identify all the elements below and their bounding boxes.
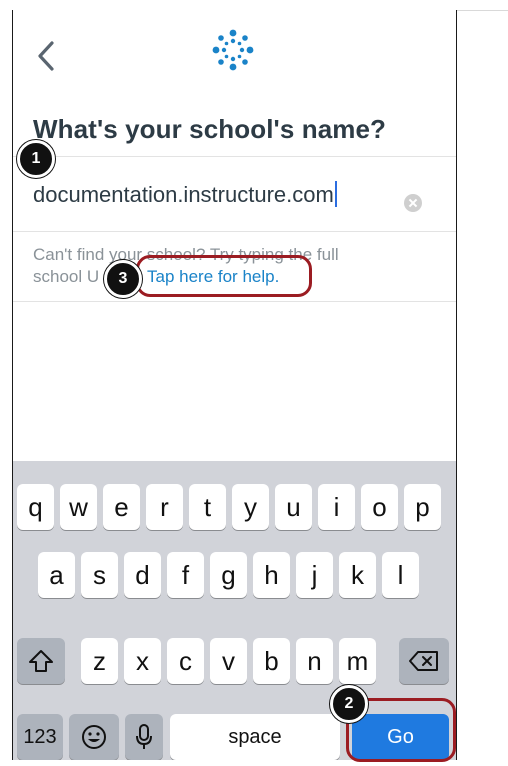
divider bbox=[13, 231, 456, 232]
emoji-icon bbox=[82, 725, 106, 749]
delete-key[interactable] bbox=[399, 638, 449, 684]
clear-icon[interactable] bbox=[404, 194, 422, 212]
key-l[interactable]: l bbox=[382, 552, 419, 598]
top-divider bbox=[455, 10, 508, 11]
callout-badge-1: 1 bbox=[17, 140, 55, 178]
text-caret bbox=[334, 181, 337, 207]
backspace-icon bbox=[409, 651, 438, 671]
key-t[interactable]: t bbox=[189, 484, 226, 530]
emoji-key[interactable] bbox=[69, 714, 119, 760]
key-n[interactable]: n bbox=[296, 638, 333, 684]
key-o[interactable]: o bbox=[361, 484, 398, 530]
key-g[interactable]: g bbox=[210, 552, 247, 598]
shift-icon bbox=[29, 650, 53, 672]
key-p[interactable]: p bbox=[404, 484, 441, 530]
key-w[interactable]: w bbox=[60, 484, 97, 530]
key-y[interactable]: y bbox=[232, 484, 269, 530]
search-input-value: documentation.instructure.com bbox=[33, 182, 334, 207]
callout-badge-2: 2 bbox=[330, 685, 368, 723]
key-a[interactable]: a bbox=[38, 552, 75, 598]
key-r[interactable]: r bbox=[146, 484, 183, 530]
divider bbox=[13, 301, 456, 302]
key-h[interactable]: h bbox=[253, 552, 290, 598]
help-text-line2: school U bbox=[33, 267, 100, 286]
key-i[interactable]: i bbox=[318, 484, 355, 530]
callout-badge-3: 3 bbox=[104, 260, 142, 298]
key-d[interactable]: d bbox=[124, 552, 161, 598]
help-link-highlight bbox=[136, 255, 312, 297]
chevron-left-icon[interactable] bbox=[35, 38, 59, 74]
key-z[interactable]: z bbox=[81, 638, 118, 684]
key-c[interactable]: c bbox=[167, 638, 204, 684]
microphone-icon bbox=[136, 724, 152, 749]
key-b[interactable]: b bbox=[253, 638, 290, 684]
numbers-key[interactable]: 123 bbox=[17, 714, 63, 760]
school-search-input[interactable]: documentation.instructure.com bbox=[13, 157, 456, 231]
key-f[interactable]: f bbox=[167, 552, 204, 598]
space-key[interactable]: space bbox=[170, 714, 340, 760]
canvas-logo-icon bbox=[212, 29, 254, 71]
key-m[interactable]: m bbox=[339, 638, 376, 684]
key-v[interactable]: v bbox=[210, 638, 247, 684]
key-q[interactable]: q bbox=[17, 484, 54, 530]
key-x[interactable]: x bbox=[124, 638, 161, 684]
shift-key[interactable] bbox=[17, 638, 65, 684]
page-title: What's your school's name? bbox=[33, 114, 387, 144]
key-k[interactable]: k bbox=[339, 552, 376, 598]
key-e[interactable]: e bbox=[103, 484, 140, 530]
key-s[interactable]: s bbox=[81, 552, 118, 598]
key-j[interactable]: j bbox=[296, 552, 333, 598]
microphone-key[interactable] bbox=[125, 714, 163, 760]
phone-screen: What's your school's name? documentation… bbox=[12, 10, 457, 760]
key-u[interactable]: u bbox=[275, 484, 312, 530]
